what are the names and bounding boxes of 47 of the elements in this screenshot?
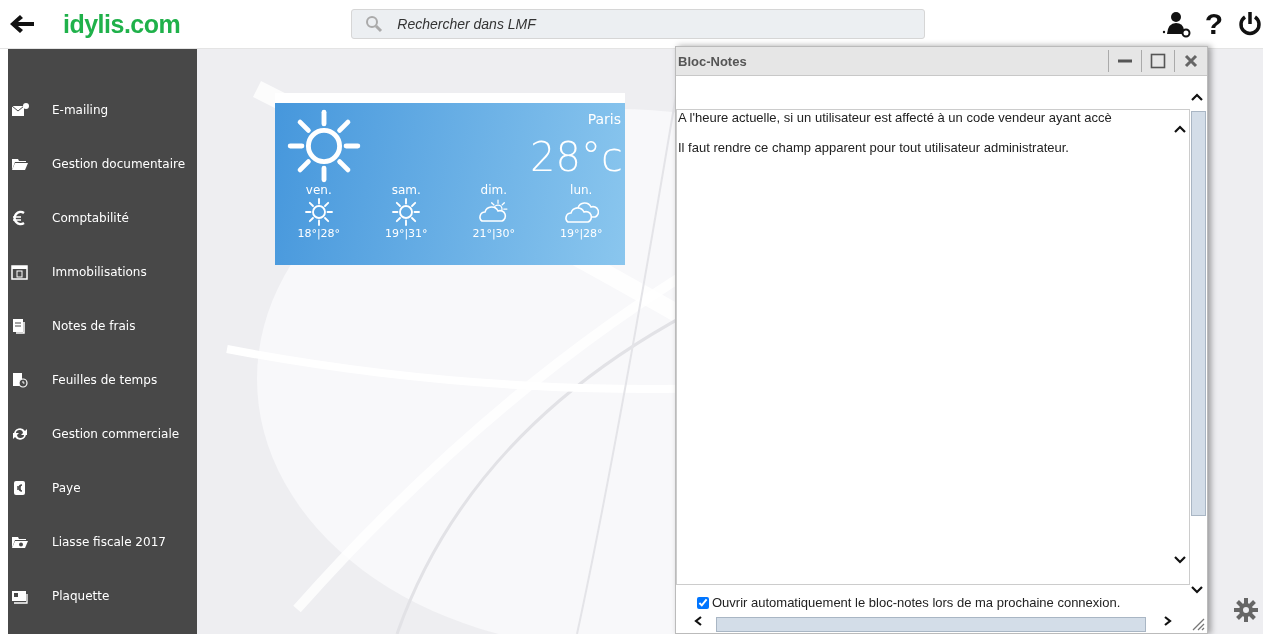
sidebar-item[interactable]: Paye [8, 461, 197, 515]
back-arrow-icon[interactable] [8, 13, 36, 35]
scroll-down-button[interactable] [1190, 584, 1204, 594]
temperature-range: 19°|31° [384, 227, 428, 240]
note-text: Il faut rendre ce champ apparent pour tout utilisateur administrateur. [678, 140, 1070, 156]
checkbox-label[interactable]: Ouvrir automatiquement le bloc-notes lors de ma prochaine connexion. [712, 595, 1121, 610]
temperature-range: 19°|28° [559, 227, 603, 240]
sidebar-item[interactable]: E-mailing [8, 83, 197, 137]
sidebar-item[interactable]: Gestion documentaire [8, 137, 197, 191]
sidebar-item[interactable]: Feuilles de temps [8, 353, 197, 407]
text-area[interactable]: A l'heure actuelle, si un utilisateur est affecté à un code vendeur ayant accè Il faut rendre ce champ apparent pour tout utilisateur administrateur. [676, 109, 1190, 585]
resize-grip-icon[interactable] [1190, 616, 1205, 631]
folder-icon [11, 156, 29, 172]
scroll-up-button[interactable] [1190, 92, 1204, 102]
sidebar-item[interactable]: Gestion commerciale [8, 407, 197, 461]
sidebar-item[interactable]: Comptabilité [8, 191, 197, 245]
card-icon [11, 588, 29, 604]
temperature: 28°c [530, 133, 623, 181]
scroll-up-button[interactable] [1173, 124, 1187, 134]
sidebar-item[interactable]: Immobilisations [8, 245, 197, 299]
user-settings-icon[interactable] [1160, 10, 1191, 38]
day-name: ven. [305, 183, 332, 197]
refresh-icon [11, 426, 29, 442]
help-button[interactable]: ? [1200, 9, 1227, 39]
day-name: dim. [480, 183, 507, 197]
note-text: A l'heure actuelle, si un utilisateur est affecté à un code vendeur ayant accè [678, 110, 1113, 126]
timesheet-icon [11, 372, 29, 388]
sun-icon [285, 107, 363, 185]
settings-icon[interactable] [1233, 597, 1259, 623]
day-name: sam. [391, 183, 421, 197]
folder-icon [11, 534, 29, 550]
temperature-range: 21°|30° [472, 227, 516, 240]
search-field[interactable]: Rechercher dans LMF [351, 9, 926, 39]
city-name: Paris [587, 111, 621, 127]
checkbox[interactable] [697, 596, 709, 609]
power-icon[interactable] [1237, 10, 1263, 38]
calendar-icon [11, 264, 29, 280]
sidebar-item[interactable]: Notes de frais [8, 299, 197, 353]
maximize-icon[interactable] [1150, 53, 1166, 69]
day-name: lun. [570, 183, 593, 197]
scroll-down-button[interactable] [1173, 554, 1187, 564]
temperature-range: 18°|28° [297, 227, 341, 240]
sidebar-item[interactable]: Liasse fiscale 2017 [8, 515, 197, 569]
envelope-icon [11, 102, 29, 118]
sidebar-item[interactable]: Plaquette [8, 569, 197, 623]
window-title: Bloc-Notes [678, 53, 747, 69]
close-icon[interactable] [1183, 53, 1199, 69]
